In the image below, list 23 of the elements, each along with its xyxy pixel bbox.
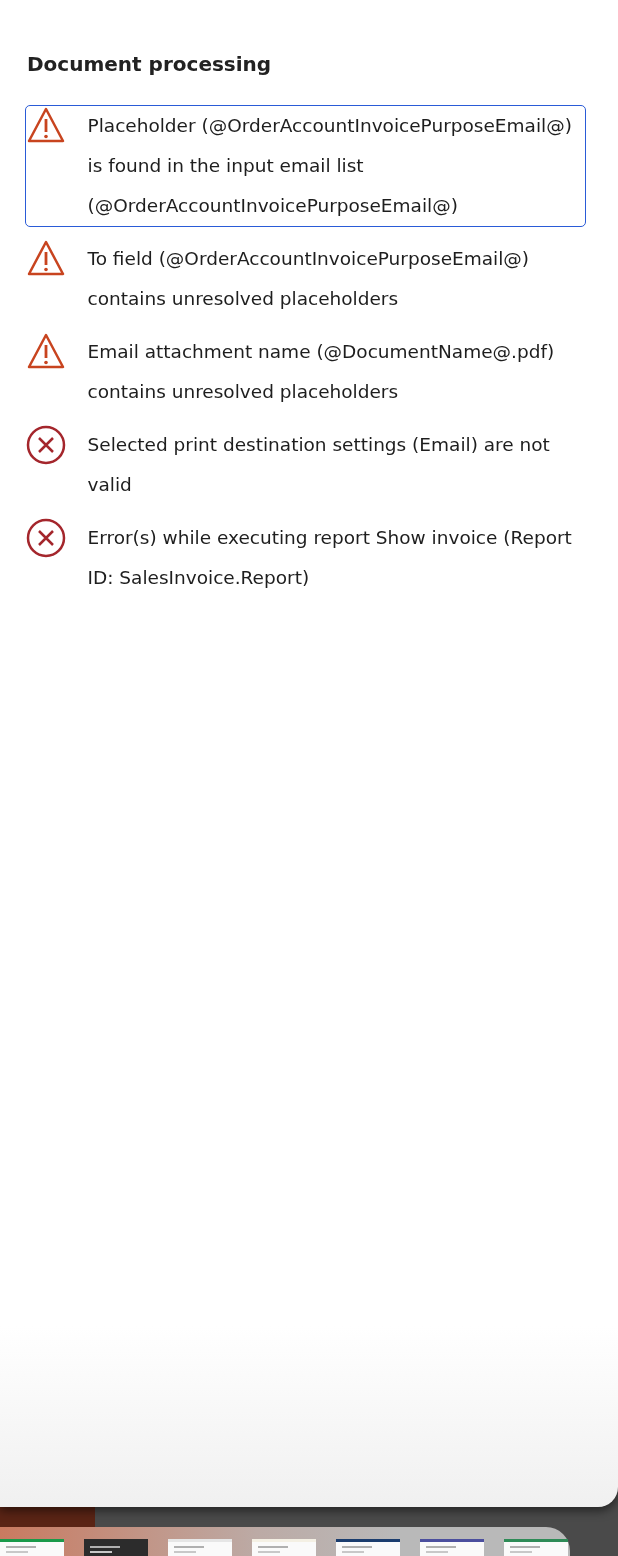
message-text: Error(s) while executing report Show invoice (Report ID: SalesInvoice.Report) [87,525,573,590]
error-icon [25,424,66,465]
message-item[interactable]: Placeholder (@OrderAccountInvoicePurposeEmail@) is found in the input email list (@OrderAccountInvoicePurposeEmail@) [24,104,586,227]
error-icon [25,517,66,558]
message-item[interactable]: Error(s) while executing report Show invoice (Report ID: SalesInvoice.Report) [24,516,586,599]
message-text: Placeholder (@OrderAccountInvoicePurposeEmail@) is found in the input email list (@OrderAccountInvoicePurposeEmail@) [87,113,573,218]
warning-icon [25,331,66,370]
window-thumbnail-icon[interactable] [0,1539,64,1556]
message-text: Selected print destination settings (Email) are not valid [87,432,551,497]
message-item[interactable]: Selected print destination settings (Email) are not valid [24,423,586,506]
warning-icon [25,105,66,144]
window-thumbnail-icon[interactable] [336,1539,400,1556]
window-thumbnail-icon[interactable] [168,1539,232,1556]
message-item[interactable]: Email attachment name (@DocumentName@.pdf) contains unresolved placeholders [24,330,586,413]
window-thumbnail-icon[interactable] [252,1539,316,1556]
section-title: Document processing [27,52,273,76]
warning-icon [25,238,66,277]
window-thumbnail-icon[interactable] [504,1539,568,1556]
window-thumbnail-icon[interactable] [420,1539,484,1556]
message-text: Email attachment name (@DocumentName@.pdf) contains unresolved placeholders [87,339,556,404]
message-item[interactable]: To field (@OrderAccountInvoicePurposeEmail@) contains unresolved placeholders [24,237,586,320]
message-text: To field (@OrderAccountInvoicePurposeEmail@) contains unresolved placeholders [87,246,531,311]
window-thumbnail-icon[interactable] [84,1539,148,1556]
